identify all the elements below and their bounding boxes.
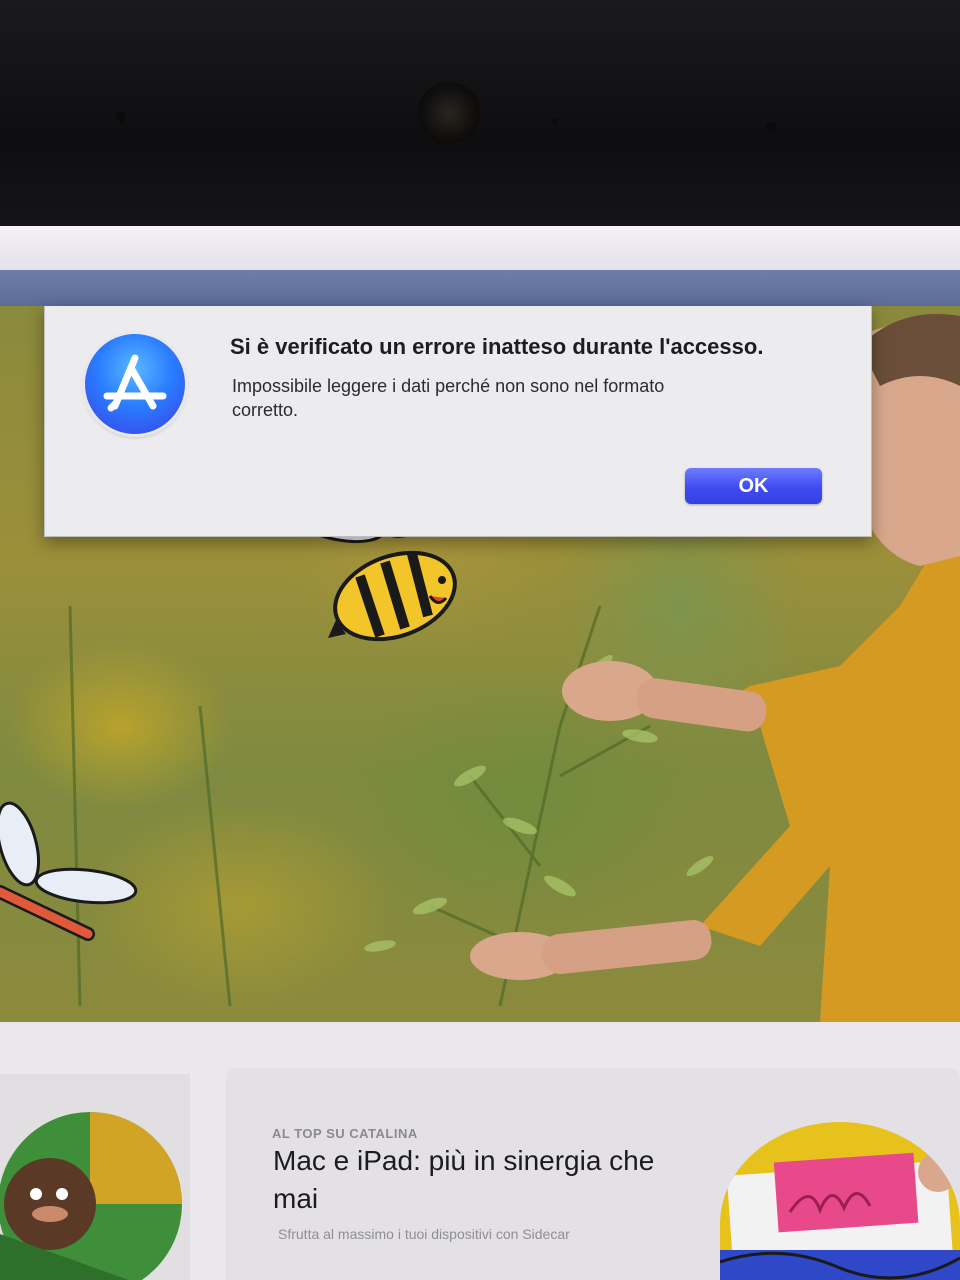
story-art-left (0, 1112, 182, 1280)
monitor-bezel (0, 0, 960, 232)
alert-title: Si è verificato un errore inatteso duran… (230, 334, 764, 359)
story-eyebrow: AL TOP SU CATALINA (272, 1126, 418, 1141)
story-card-left[interactable] (0, 1074, 190, 1280)
bezel-sensor (116, 112, 126, 122)
webcam (418, 82, 480, 144)
featured-section: AL TOP SU CATALINA Mac e iPad: più in si… (0, 1022, 960, 1280)
error-alert-dialog: Si è verificato un errore inatteso duran… (44, 306, 872, 537)
alert-message: Impossibile leggere i dati perché non so… (232, 376, 665, 420)
app-store-icon (85, 334, 185, 434)
screen: Si è verificato un errore inatteso duran… (0, 226, 960, 1280)
story-headline[interactable]: Mac e iPad: più in sinergia che mai (273, 1142, 693, 1218)
ok-button[interactable]: OK (685, 468, 822, 504)
bezel-sensor (766, 122, 776, 132)
story-subtitle: Sfrutta al massimo i tuoi dispositivi co… (278, 1226, 570, 1242)
hero-banner-top (0, 270, 960, 306)
window-toolbar (0, 226, 960, 270)
bezel-sensor (552, 118, 558, 124)
dragonfly-illustration (0, 801, 138, 941)
